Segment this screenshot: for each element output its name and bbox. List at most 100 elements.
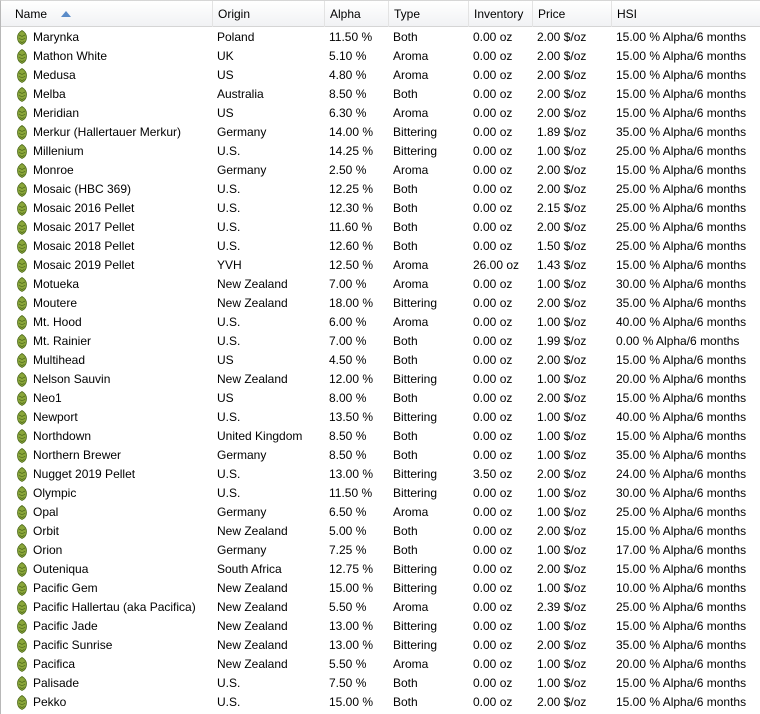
cell-price: 2.39 $/oz	[537, 600, 587, 614]
table-row[interactable]: Pacifica New Zealand 5.50 % Aroma 0.00 o…	[1, 655, 760, 674]
table-row[interactable]: Olympic U.S. 11.50 % Bittering 0.00 oz 1…	[1, 484, 760, 503]
cell-name: Mt. Hood	[33, 315, 82, 329]
table-row[interactable]: Mt. Hood U.S. 6.00 % Aroma 0.00 oz 1.00 …	[1, 313, 760, 332]
table-row[interactable]: Northern Brewer Germany 8.50 % Both 0.00…	[1, 446, 760, 465]
column-header-price[interactable]: Price	[533, 1, 612, 27]
cell-inventory: 0.00 oz	[473, 619, 513, 633]
table-body: Marynka Poland 11.50 % Both 0.00 oz 2.00…	[1, 28, 760, 712]
column-header-label: Inventory	[474, 7, 524, 21]
cell-hsi: 30.00 % Alpha/6 months	[616, 486, 747, 500]
cell-inventory: 0.00 oz	[473, 315, 513, 329]
column-header-name[interactable]: Name	[1, 1, 213, 27]
table-row[interactable]: Millenium U.S. 14.25 % Bittering 0.00 oz…	[1, 142, 760, 161]
cell-name: Multihead	[33, 353, 86, 367]
column-header-alpha[interactable]: Alpha	[325, 1, 389, 27]
table-row[interactable]: Mosaic 2016 Pellet U.S. 12.30 % Both 0.0…	[1, 199, 760, 218]
cell-name: Mt. Rainier	[33, 334, 92, 348]
cell-inventory: 0.00 oz	[473, 239, 513, 253]
cell-alpha: 5.50 %	[329, 600, 367, 614]
table-row[interactable]: Nelson Sauvin New Zealand 12.00 % Bitter…	[1, 370, 760, 389]
cell-name: Medusa	[33, 68, 76, 82]
cell-origin: New Zealand	[217, 296, 288, 310]
cell-inventory: 0.00 oz	[473, 144, 513, 158]
table-row[interactable]: Pacific Sunrise New Zealand 13.00 % Bitt…	[1, 636, 760, 655]
cell-alpha: 12.50 %	[329, 258, 374, 272]
cell-alpha: 13.00 %	[329, 638, 374, 652]
table-row[interactable]: Newport U.S. 13.50 % Bittering 0.00 oz 1…	[1, 408, 760, 427]
table-row[interactable]: Nugget 2019 Pellet U.S. 13.00 % Bitterin…	[1, 465, 760, 484]
table-row[interactable]: Multihead US 4.50 % Both 0.00 oz 2.00 $/…	[1, 351, 760, 370]
cell-type: Bittering	[393, 144, 438, 158]
cell-name: Olympic	[33, 486, 77, 500]
table-row[interactable]: Mathon White UK 5.10 % Aroma 0.00 oz 2.0…	[1, 47, 760, 66]
cell-hsi: 15.00 % Alpha/6 months	[616, 163, 747, 177]
table-row[interactable]: Melba Australia 8.50 % Both 0.00 oz 2.00…	[1, 85, 760, 104]
table-row[interactable]: Pekko U.S. 15.00 % Both 0.00 oz 2.00 $/o…	[1, 693, 760, 712]
cell-name: Northern Brewer	[33, 448, 122, 462]
cell-inventory: 0.00 oz	[473, 562, 513, 576]
column-header-hsi[interactable]: HSI	[612, 1, 760, 27]
table-row[interactable]: Moutere New Zealand 18.00 % Bittering 0.…	[1, 294, 760, 313]
cell-alpha: 5.50 %	[329, 657, 367, 671]
cell-origin: United Kingdom	[217, 429, 303, 443]
cell-alpha: 7.50 %	[329, 676, 367, 690]
cell-origin: New Zealand	[217, 638, 288, 652]
table-row[interactable]: Opal Germany 6.50 % Aroma 0.00 oz 1.00 $…	[1, 503, 760, 522]
column-header-origin[interactable]: Origin	[213, 1, 325, 27]
cell-hsi: 25.00 % Alpha/6 months	[616, 600, 747, 614]
cell-hsi: 15.00 % Alpha/6 months	[616, 68, 747, 82]
table-row[interactable]: Mosaic (HBC 369) U.S. 12.25 % Both 0.00 …	[1, 180, 760, 199]
table-row[interactable]: Merkur (Hallertauer Merkur) Germany 14.0…	[1, 123, 760, 142]
cell-alpha: 5.00 %	[329, 524, 367, 538]
table-row[interactable]: Marynka Poland 11.50 % Both 0.00 oz 2.00…	[1, 28, 760, 47]
cell-alpha: 4.80 %	[329, 68, 367, 82]
cell-alpha: 7.00 %	[329, 334, 367, 348]
cell-type: Both	[393, 30, 418, 44]
cell-name: Pacifica	[33, 657, 76, 671]
table-row[interactable]: Palisade U.S. 7.50 % Both 0.00 oz 1.00 $…	[1, 674, 760, 693]
cell-type: Aroma	[393, 277, 429, 291]
table-row[interactable]: Neo1 US 8.00 % Both 0.00 oz 2.00 $/oz 15…	[1, 389, 760, 408]
cell-inventory: 0.00 oz	[473, 49, 513, 63]
cell-inventory: 3.50 oz	[473, 467, 513, 481]
cell-name: Mosaic (HBC 369)	[33, 182, 132, 196]
cell-price: 1.00 $/oz	[537, 277, 587, 291]
table-row[interactable]: Meridian US 6.30 % Aroma 0.00 oz 2.00 $/…	[1, 104, 760, 123]
cell-hsi: 35.00 % Alpha/6 months	[616, 125, 747, 139]
cell-hsi: 15.00 % Alpha/6 months	[616, 695, 747, 709]
table-row[interactable]: Pacific Jade New Zealand 13.00 % Bitteri…	[1, 617, 760, 636]
table-row[interactable]: Orion Germany 7.25 % Both 0.00 oz 1.00 $…	[1, 541, 760, 560]
cell-alpha: 13.50 %	[329, 410, 374, 424]
cell-name: Melba	[33, 87, 66, 101]
cell-alpha: 12.60 %	[329, 239, 374, 253]
table-row[interactable]: Motueka New Zealand 7.00 % Aroma 0.00 oz…	[1, 275, 760, 294]
table-row[interactable]: Mt. Rainier U.S. 7.00 % Both 0.00 oz 1.9…	[1, 332, 760, 351]
cell-type: Both	[393, 524, 418, 538]
table-row[interactable]: Mosaic 2019 Pellet YVH 12.50 % Aroma 26.…	[1, 256, 760, 275]
cell-alpha: 7.00 %	[329, 277, 367, 291]
cell-name: Neo1	[33, 391, 62, 405]
table-row[interactable]: Pacific Hallertau (aka Pacifica) New Zea…	[1, 598, 760, 617]
cell-inventory: 0.00 oz	[473, 182, 513, 196]
table-row[interactable]: Medusa US 4.80 % Aroma 0.00 oz 2.00 $/oz…	[1, 66, 760, 85]
cell-type: Aroma	[393, 258, 429, 272]
table-row[interactable]: Monroe Germany 2.50 % Aroma 0.00 oz 2.00…	[1, 161, 760, 180]
table-row[interactable]: Pacific Gem New Zealand 15.00 % Bitterin…	[1, 579, 760, 598]
cell-inventory: 0.00 oz	[473, 391, 513, 405]
cell-inventory: 0.00 oz	[473, 334, 513, 348]
cell-inventory: 0.00 oz	[473, 505, 513, 519]
table-row[interactable]: Northdown United Kingdom 8.50 % Both 0.0…	[1, 427, 760, 446]
table-row[interactable]: Orbit New Zealand 5.00 % Both 0.00 oz 2.…	[1, 522, 760, 541]
cell-alpha: 12.00 %	[329, 372, 374, 386]
table-row[interactable]: Mosaic 2018 Pellet U.S. 12.60 % Both 0.0…	[1, 237, 760, 256]
cell-type: Bittering	[393, 372, 438, 386]
cell-name: Mosaic 2017 Pellet	[33, 220, 135, 234]
cell-price: 2.00 $/oz	[537, 562, 587, 576]
column-header-inventory[interactable]: Inventory	[469, 1, 533, 27]
cell-price: 1.43 $/oz	[537, 258, 587, 272]
cell-origin: UK	[217, 49, 234, 63]
table-row[interactable]: Outeniqua South Africa 12.75 % Bittering…	[1, 560, 760, 579]
cell-type: Aroma	[393, 600, 429, 614]
column-header-type[interactable]: Type	[389, 1, 469, 27]
table-row[interactable]: Mosaic 2017 Pellet U.S. 11.60 % Both 0.0…	[1, 218, 760, 237]
